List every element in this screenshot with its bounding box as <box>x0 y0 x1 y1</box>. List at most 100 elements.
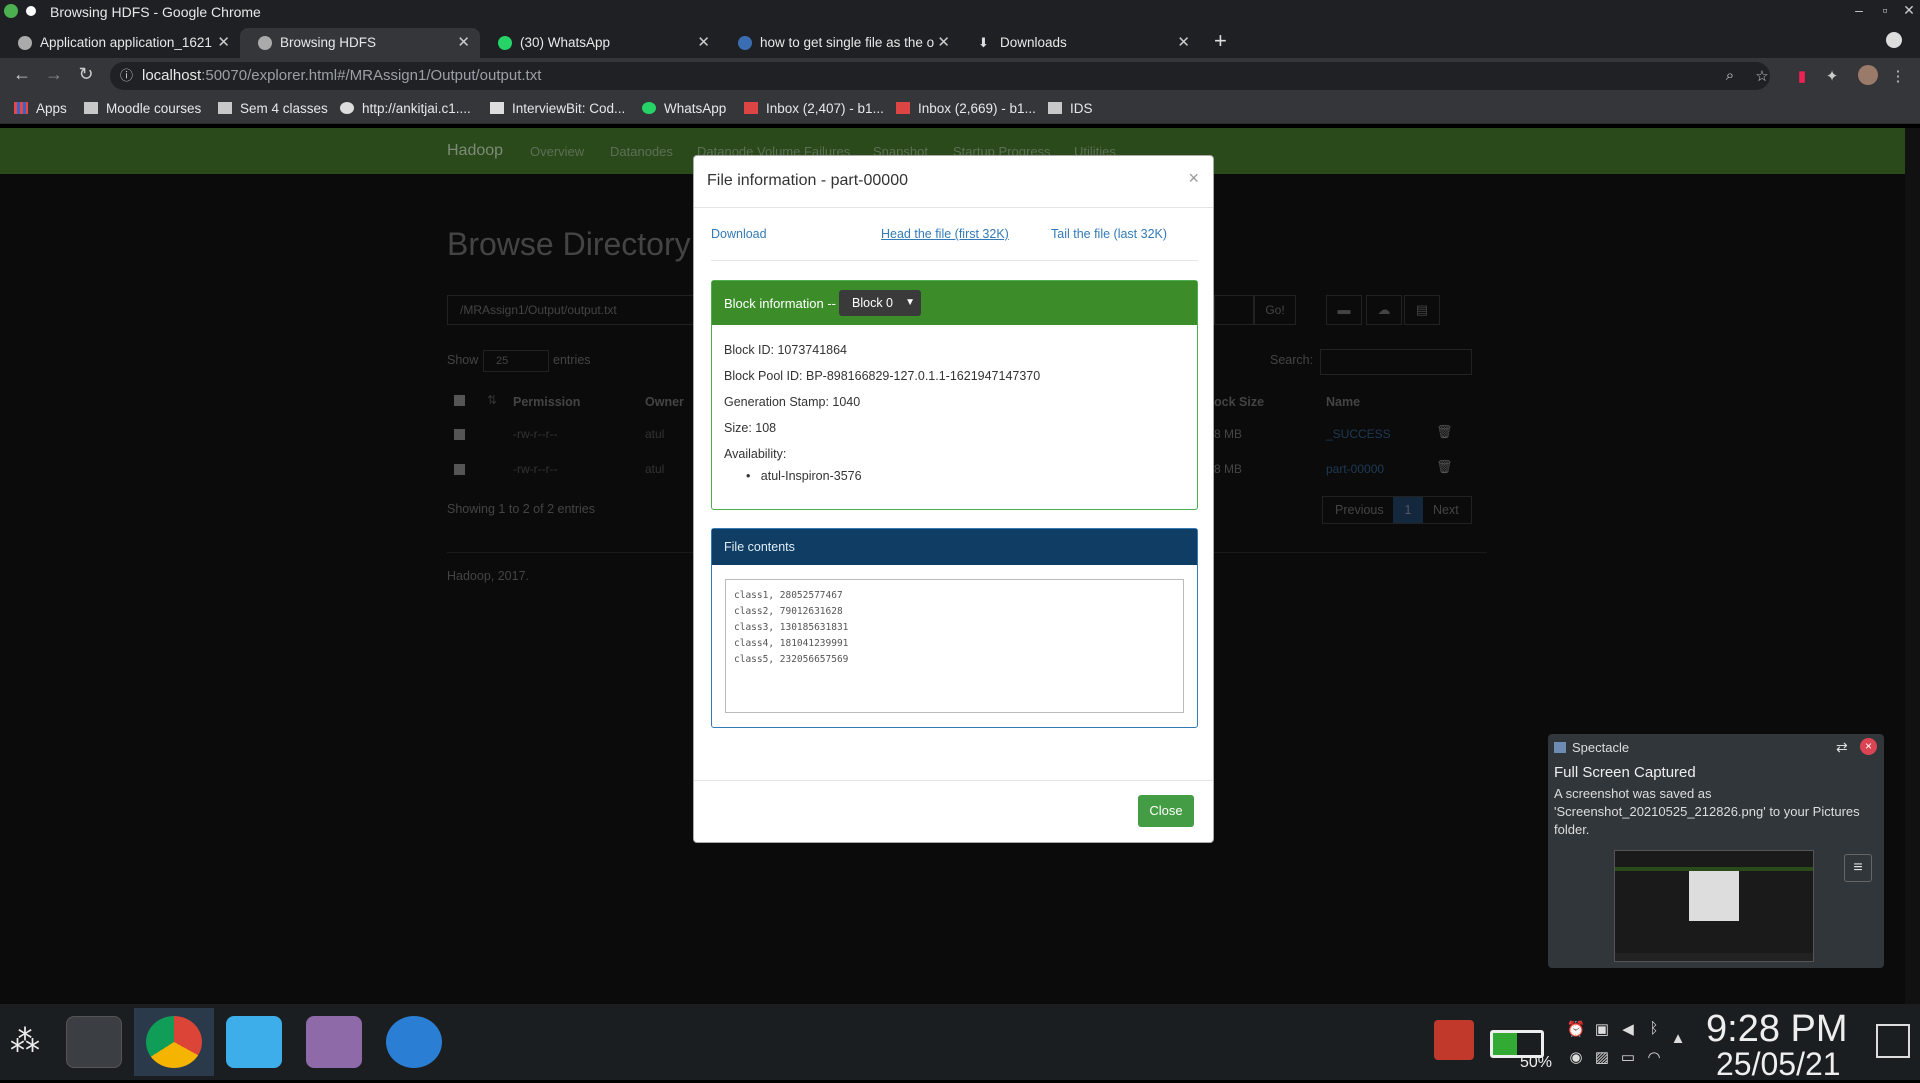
tab-application[interactable]: Application application_1621 ✕ <box>0 28 240 58</box>
close-button[interactable]: Close <box>1138 795 1194 827</box>
tab-search-icon[interactable] <box>1886 32 1902 48</box>
trash-icon[interactable]: 🗑 <box>1436 459 1453 475</box>
trash-icon[interactable]: 🗑 <box>1436 424 1453 440</box>
modal-close-icon[interactable]: × <box>1188 168 1199 189</box>
taskbar-notes[interactable] <box>294 1008 374 1076</box>
block-select[interactable]: Block 0 ▼ <box>839 290 921 316</box>
battery-percent: 50% <box>1520 1054 1553 1071</box>
row-checkbox[interactable] <box>454 429 465 440</box>
row-permission[interactable]: -rw-r--r-- <box>513 427 558 441</box>
show-desktop-icon[interactable] <box>1876 1024 1910 1058</box>
tab-label: how to get single file as the o <box>760 35 935 50</box>
tab-downloads[interactable]: ⬇ Downloads ✕ <box>960 28 1200 58</box>
close-window-icon[interactable]: ✕ <box>1900 2 1918 19</box>
path-input[interactable]: /MRAssign1/Output/output.txt <box>447 295 697 325</box>
col-block-size[interactable]: ock Size <box>1214 395 1264 409</box>
expand-tray-icon[interactable]: ▲ <box>1668 1030 1688 1047</box>
bookmark-interviewbit[interactable]: InterviewBit: Cod... <box>490 101 625 116</box>
tab-browsing-hdfs[interactable]: Browsing HDFS ✕ <box>240 28 480 58</box>
hadoop-brand[interactable]: Hadoop <box>447 142 503 160</box>
spectacle-notification[interactable]: Spectacle ⇄ × Full Screen Captured A scr… <box>1548 734 1884 968</box>
tab-close-icon[interactable]: ✕ <box>697 28 710 58</box>
list-icon[interactable]: ▤ <box>1404 295 1440 325</box>
head-file-link[interactable]: Head the file (first 32K) <box>881 227 1009 241</box>
bookmark-inbox-1[interactable]: Inbox (2,407) - b1... <box>744 101 884 116</box>
go-button[interactable]: Go! <box>1254 295 1296 325</box>
row-name[interactable]: part-00000 <box>1326 462 1384 476</box>
nav-overview[interactable]: Overview <box>530 144 584 159</box>
profile-avatar[interactable] <box>1858 65 1878 85</box>
bookmark-inbox-2[interactable]: Inbox (2,669) - b1... <box>896 101 1036 116</box>
row-checkbox[interactable] <box>454 464 465 475</box>
tab-close-icon[interactable]: ✕ <box>937 28 950 58</box>
zoom-icon[interactable]: ⌕ <box>1720 67 1740 84</box>
folder-open-icon[interactable]: ▬ <box>1326 295 1362 325</box>
extension-icon[interactable]: ▮ <box>1792 67 1812 85</box>
upload-icon[interactable]: ☁ <box>1366 295 1402 325</box>
bookmark-ids[interactable]: IDS <box>1048 101 1093 116</box>
wifi-icon[interactable]: ◠ <box>1644 1048 1664 1066</box>
maximize-icon[interactable]: ▫ <box>1876 2 1894 18</box>
spellcheck-icon[interactable] <box>1434 1020 1474 1060</box>
search-input[interactable] <box>1320 349 1472 375</box>
row-owner[interactable]: atul <box>645 462 664 476</box>
tab-how-to-get[interactable]: how to get single file as the o ✕ <box>720 28 960 58</box>
sort-icon[interactable]: ⇅ <box>487 393 497 407</box>
minimize-icon[interactable]: – <box>1850 2 1868 18</box>
back-icon[interactable]: ← <box>10 64 34 85</box>
bluetooth-icon[interactable]: ᛒ <box>1644 1020 1664 1037</box>
download-link[interactable]: Download <box>711 227 767 241</box>
row-name[interactable]: _SUCCESS <box>1326 427 1391 441</box>
col-owner[interactable]: Owner <box>645 395 684 409</box>
volume-icon[interactable]: ◀ <box>1618 1020 1638 1038</box>
row-owner[interactable]: atul <box>645 427 664 441</box>
address-bar[interactable]: ⓘ localhost:50070/explorer.html#/MRAssig… <box>110 62 1770 90</box>
select-all-checkbox[interactable] <box>454 395 465 406</box>
screenshot-thumbnail[interactable] <box>1614 850 1814 962</box>
info-icon[interactable]: ⓘ <box>120 62 133 90</box>
clipboard-icon[interactable]: ▣ <box>1592 1020 1612 1038</box>
forward-icon[interactable]: → <box>42 64 66 85</box>
bookmark-sem4[interactable]: Sem 4 classes <box>218 101 328 116</box>
file-contents-textarea[interactable]: class1, 28052577467 class2, 79012631628 … <box>725 579 1184 713</box>
hamburger-menu-icon[interactable]: ≡ <box>1844 854 1872 882</box>
display-icon[interactable]: ▭ <box>1618 1048 1638 1066</box>
col-permission[interactable]: Permission <box>513 395 580 409</box>
chrome-tray-icon[interactable]: ◉ <box>1566 1048 1586 1066</box>
tail-file-link[interactable]: Tail the file (last 32K) <box>1051 227 1167 241</box>
bookmark-star-icon[interactable]: ☆ <box>1752 67 1772 85</box>
app-launcher-icon[interactable]: ⁂ <box>10 1024 40 1059</box>
page-1-button[interactable]: 1 <box>1393 497 1423 523</box>
alarm-icon[interactable]: ⏰ <box>1566 1020 1586 1038</box>
nav-datanodes[interactable]: Datanodes <box>610 144 673 159</box>
tab-close-icon[interactable]: ✕ <box>457 28 470 58</box>
taskbar-chrome[interactable] <box>134 1008 214 1076</box>
page-scrollbar[interactable] <box>1905 128 1920 1004</box>
bookmark-whatsapp[interactable]: WhatsApp <box>642 101 726 116</box>
path-input-tail[interactable] <box>1214 295 1254 325</box>
bookmark-moodle[interactable]: Moodle courses <box>84 101 201 116</box>
puzzle-icon[interactable]: ✦ <box>1822 67 1842 85</box>
clock-time[interactable]: 9:28 PM <box>1706 1008 1848 1051</box>
menu-kebab-icon[interactable]: ⋮ <box>1888 67 1908 85</box>
taskbar-terminal[interactable] <box>54 1008 134 1076</box>
taskbar-files[interactable] <box>214 1008 294 1076</box>
settings-icon[interactable]: ⇄ <box>1836 739 1848 756</box>
taskbar-discover[interactable] <box>374 1008 454 1076</box>
reload-icon[interactable]: ↻ <box>74 64 98 85</box>
image-icon[interactable]: ▨ <box>1592 1048 1612 1066</box>
col-name[interactable]: Name <box>1326 395 1360 409</box>
bookmark-apps[interactable]: Apps <box>14 101 67 116</box>
entries-select[interactable]: 25 <box>483 350 549 372</box>
row-permission[interactable]: -rw-r--r-- <box>513 462 558 476</box>
bookmark-ankitjai[interactable]: http://ankitjai.c1.... <box>340 101 471 116</box>
new-tab-icon[interactable]: + <box>1214 28 1227 54</box>
tab-whatsapp[interactable]: (30) WhatsApp ✕ <box>480 28 720 58</box>
notification-close-icon[interactable]: × <box>1860 738 1877 755</box>
clock-date[interactable]: 25/05/21 <box>1716 1046 1841 1083</box>
next-button[interactable]: Next <box>1433 503 1459 517</box>
modal-title: File information - part-00000 <box>707 172 908 189</box>
tab-close-icon[interactable]: ✕ <box>1177 28 1190 58</box>
tab-close-icon[interactable]: ✕ <box>217 28 230 58</box>
prev-button[interactable]: Previous <box>1335 503 1384 517</box>
